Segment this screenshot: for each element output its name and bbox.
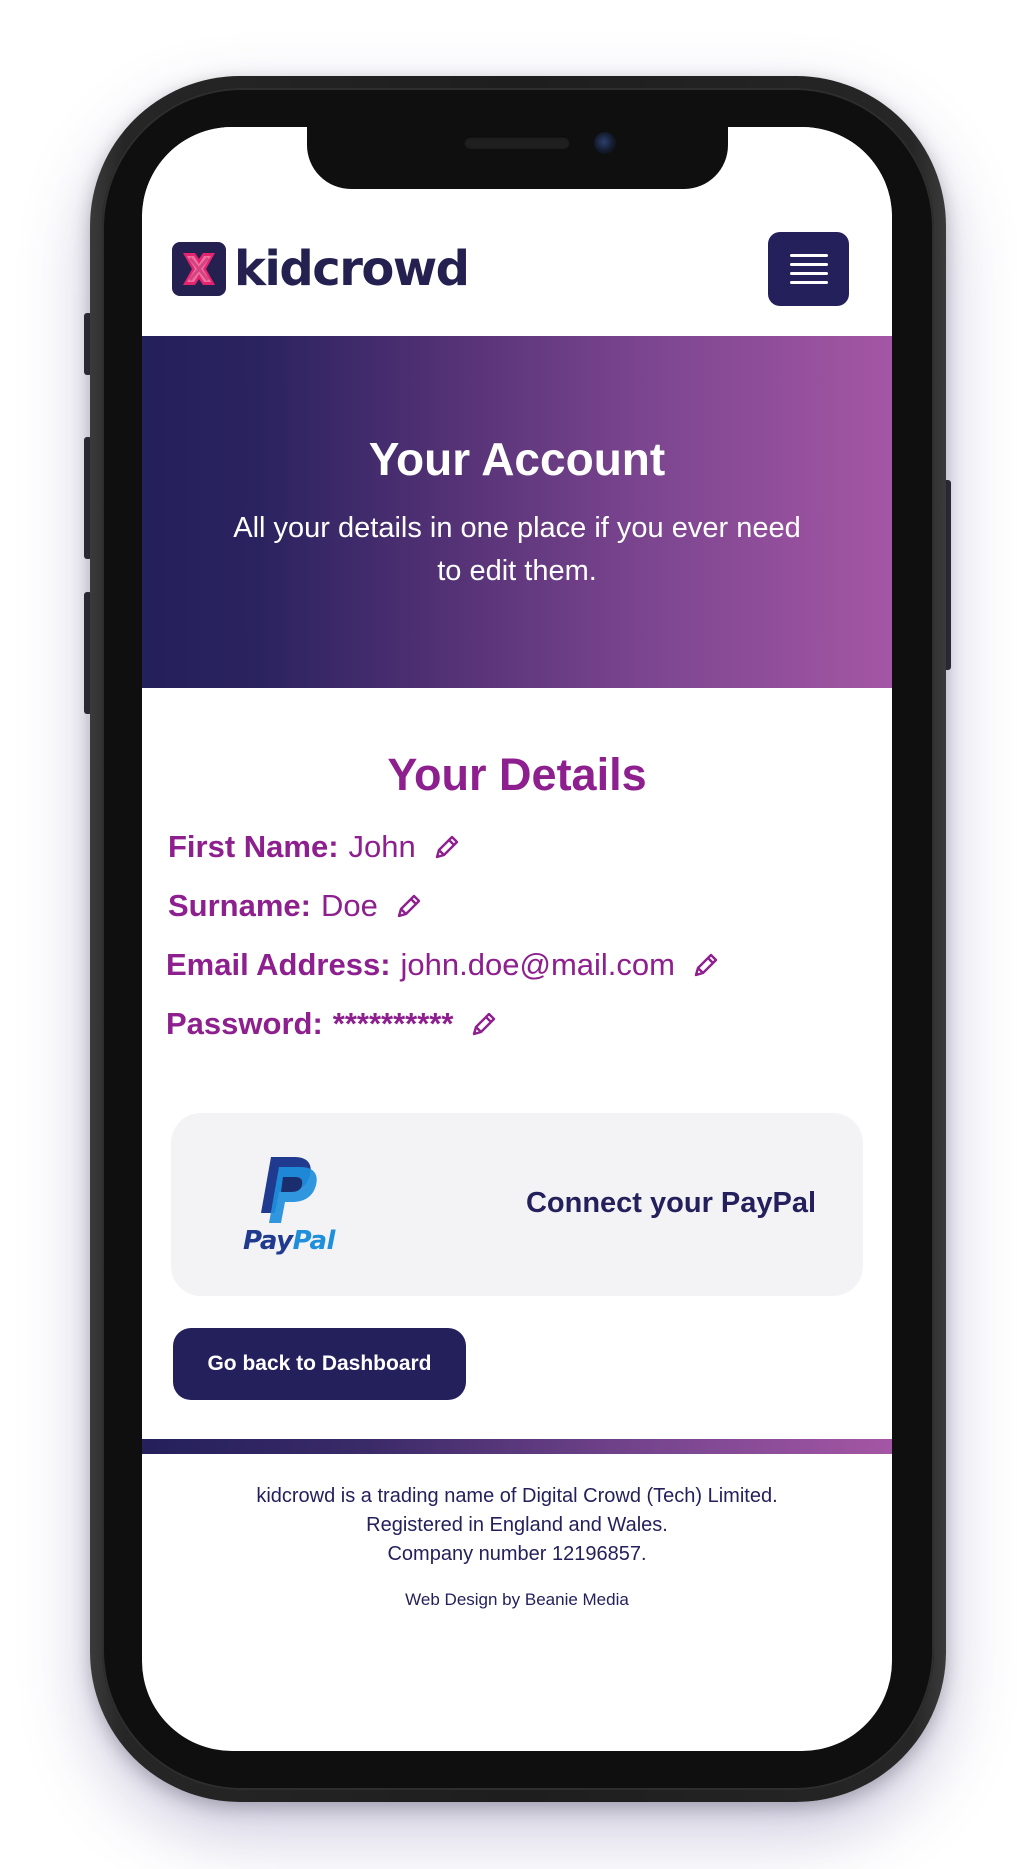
page-subtitle: All your details in one place if you eve… bbox=[233, 512, 801, 587]
detail-label: First Name: bbox=[168, 829, 339, 864]
device-mockup: kidcrowd Your Account All your details i… bbox=[0, 0, 1017, 1869]
footer-divider bbox=[142, 1439, 892, 1454]
phone-camera-icon bbox=[594, 132, 616, 154]
pencil-edit-icon[interactable] bbox=[394, 891, 424, 921]
page-title: Your Account bbox=[368, 433, 666, 485]
paypal-wordmark-pay: Pay bbox=[243, 1226, 293, 1256]
paypal-connect-card[interactable]: PayPal Connect your PayPal bbox=[171, 1113, 863, 1296]
footer-credit-link[interactable]: Web Design by Beanie Media bbox=[142, 1589, 892, 1611]
hamburger-menu-icon-line bbox=[789, 281, 828, 284]
pencil-edit-icon[interactable] bbox=[691, 950, 721, 980]
detail-row-surname: Surname: Doe bbox=[168, 886, 424, 926]
hamburger-menu-button[interactable] bbox=[768, 232, 849, 306]
kidcrowd-x-logo-icon bbox=[172, 242, 226, 296]
detail-row-email: Email Address: john.doe@mail.com bbox=[166, 945, 721, 985]
detail-row-password: Password: ********** bbox=[166, 1004, 499, 1044]
phone-screen: kidcrowd Your Account All your details i… bbox=[142, 127, 892, 1751]
paypal-wordmark: PayPal bbox=[243, 1228, 335, 1254]
detail-label: Email Address: bbox=[166, 947, 391, 982]
hamburger-menu-icon bbox=[789, 254, 828, 257]
paypal-wordmark-pal: Pal bbox=[292, 1226, 336, 1256]
pencil-edit-icon[interactable] bbox=[432, 832, 462, 862]
detail-value: ********** bbox=[332, 1006, 454, 1041]
phone-speaker bbox=[464, 136, 570, 149]
footer-line: Registered in England and Wales. bbox=[366, 1514, 668, 1536]
footer-line: Company number 12196857. bbox=[387, 1543, 647, 1565]
detail-label: Password: bbox=[166, 1006, 323, 1041]
connect-paypal-label[interactable]: Connect your PayPal bbox=[511, 1183, 831, 1223]
detail-label: Surname: bbox=[168, 888, 311, 923]
footer-legal-text: kidcrowd is a trading name of Digital Cr… bbox=[142, 1482, 892, 1569]
pencil-edit-icon[interactable] bbox=[469, 1009, 499, 1039]
detail-value: John bbox=[348, 829, 416, 864]
footer-line: kidcrowd is a trading name of Digital Cr… bbox=[256, 1485, 778, 1507]
detail-value: Doe bbox=[320, 888, 378, 923]
account-hero-banner: Your Account All your details in one pla… bbox=[142, 336, 892, 688]
phone-notch bbox=[307, 127, 728, 189]
hamburger-menu-icon-line bbox=[789, 272, 828, 275]
logo-wordmark: kidcrowd bbox=[234, 241, 470, 297]
detail-row-first-name: First Name: John bbox=[168, 827, 462, 867]
hamburger-menu-icon-line bbox=[789, 263, 828, 266]
detail-value: john.doe@mail.com bbox=[400, 947, 675, 982]
site-logo[interactable]: kidcrowd bbox=[172, 241, 470, 297]
back-to-dashboard-button[interactable]: Go back to Dashboard bbox=[173, 1328, 466, 1400]
details-heading: Your Details bbox=[387, 749, 647, 800]
